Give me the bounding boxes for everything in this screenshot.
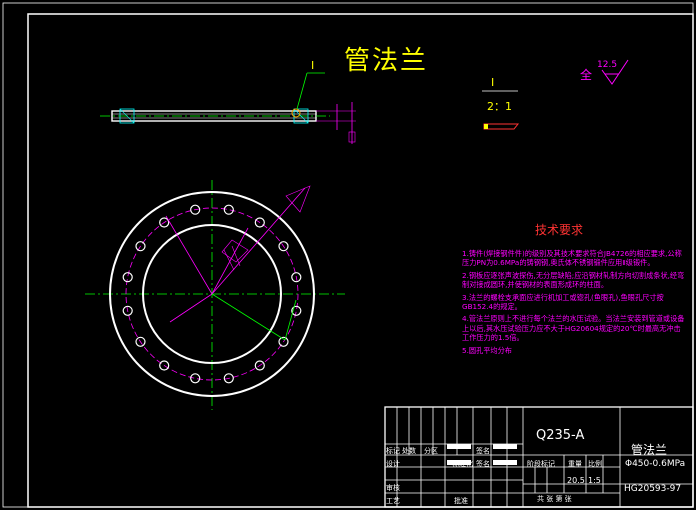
spec-text: Φ450-0.6MPa [625, 459, 686, 469]
bolt-hole [190, 373, 201, 384]
material-text: Q235-A [536, 428, 585, 443]
roughness-prefix: 全 [580, 68, 593, 82]
roughness-value: 12.5 [597, 60, 618, 70]
tb-label-sign: 签名 [476, 447, 490, 455]
tb-label-scale: 比例 [588, 460, 602, 468]
tb-label-craft: 工艺 [386, 497, 400, 505]
tb-label-check: 审核 [386, 484, 400, 492]
tb-label-count: 处数 [402, 447, 416, 455]
tb-sheets: 共 张 第 张 [537, 495, 572, 503]
part-name-text: 管法兰 [631, 443, 668, 457]
tech-requirement-item: 4.管法兰原则上不进行每个法兰的水压试验。当法兰安装到管道或设备上以后,其水压试… [462, 314, 685, 343]
tech-requirement-item: 2.钢板应逐张声波探伤,无分层缺陷;应沿钢材轧制方向切割成条状,经弯制对接成圆环… [462, 270, 685, 290]
bolt-hole [223, 204, 234, 215]
detail-scale: 2：1 [487, 100, 512, 113]
drawing-title: 管法兰 [344, 46, 429, 76]
standard-number-text: HG20593-97 [624, 484, 682, 494]
tb-label-standardize: 标准化 [452, 460, 473, 468]
tb-label-sign2: 签名 [476, 460, 490, 468]
tech-requirements-title: 技术要求 [535, 223, 584, 237]
tech-requirements-list: 1.铸件(焊接钢件件)的级别及其技术要求符合JB4726的相应要求,公称压力PN… [462, 249, 687, 358]
detail-callout-label: I [311, 59, 315, 72]
tb-label-weight: 重量 [568, 460, 582, 468]
tb-label-zone: 分区 [424, 447, 438, 455]
tb-label-stage: 阶段标记 [527, 460, 555, 468]
tb-label-mark: 标记 [386, 447, 400, 455]
signature-bar-2 [493, 444, 517, 449]
flange-front-view [85, 180, 345, 410]
signature-bar-1 [447, 444, 471, 449]
detail-label: I [491, 76, 495, 89]
bolt-hole [122, 272, 133, 283]
tech-requirement-item: 3.法兰的螺栓支承面应进行机加工或锪孔(鱼眼孔),鱼眼孔尺寸按GB152.4的规… [462, 292, 664, 312]
tb-label-design: 设计 [386, 460, 400, 468]
tb-weight-value: 20.5 [567, 476, 585, 485]
tb-label-approve: 批准 [454, 497, 468, 505]
tb-scale-value: 1:5 [588, 476, 601, 485]
tech-requirement-item: 5.圆孔平均分布 [462, 345, 512, 355]
flange-side-view [100, 72, 356, 144]
tech-requirement-item: 1.铸件(焊接钢件件)的级别及其技术要求符合JB4726的相应要求,公称压力PN… [462, 249, 682, 268]
signature-bar-4 [493, 460, 517, 465]
